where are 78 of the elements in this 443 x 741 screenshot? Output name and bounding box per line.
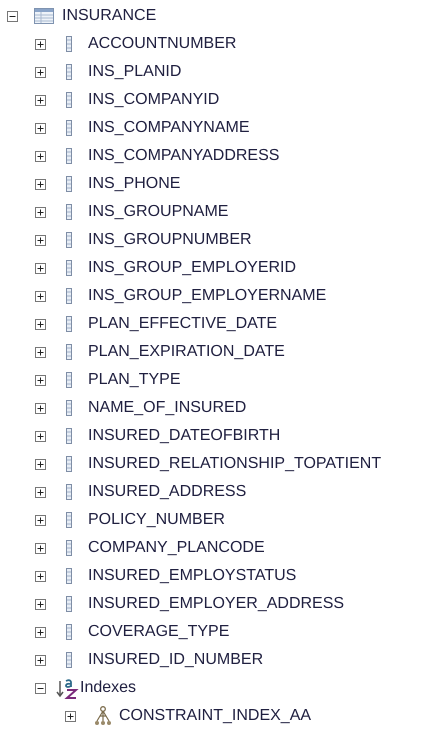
column-icon (66, 148, 72, 164)
column-icon (66, 512, 72, 528)
expand-icon[interactable] (35, 206, 46, 218)
column-icon (66, 400, 72, 416)
tree-item[interactable]: INSURED_EMPLOYER_ADDRESS (88, 595, 344, 613)
expand-icon[interactable] (35, 402, 46, 414)
expand-icon[interactable] (35, 66, 46, 78)
expand-icon[interactable] (35, 318, 46, 330)
column-icon (66, 428, 72, 444)
expand-icon[interactable] (35, 514, 46, 526)
tree-item[interactable]: INSURED_DATEOFBIRTH (88, 427, 280, 445)
column-icon (66, 176, 72, 192)
expand-icon[interactable] (35, 458, 46, 470)
column-icon (66, 232, 72, 248)
tree-item[interactable]: INSURED_ID_NUMBER (88, 651, 264, 669)
tree-item[interactable]: INSURED_EMPLOYSTATUS (88, 567, 296, 585)
column-icon (66, 456, 72, 472)
column-icon (66, 316, 72, 332)
column-icon (66, 36, 72, 52)
table-icon (34, 8, 54, 24)
collapse-icon[interactable] (7, 10, 18, 22)
expand-icon[interactable] (35, 430, 46, 442)
expand-icon[interactable] (35, 654, 46, 666)
tree-item[interactable]: INS_GROUPNAME (88, 203, 228, 221)
expand-icon[interactable] (35, 262, 46, 274)
tree-item[interactable]: INS_GROUP_EMPLOYERID (88, 259, 296, 277)
column-icon (66, 540, 72, 556)
expand-icon[interactable] (35, 234, 46, 246)
tree-item[interactable]: NAME_OF_INSURED (88, 399, 246, 417)
tree-item[interactable]: PLAN_TYPE (88, 371, 180, 389)
tree-item[interactable]: INS_GROUP_EMPLOYERNAME (88, 287, 326, 305)
tree-item[interactable]: INS_GROUPNUMBER (88, 231, 252, 249)
column-icon (66, 568, 72, 584)
expand-icon[interactable] (35, 542, 46, 554)
tree-item[interactable]: INS_COMPANYID (88, 91, 220, 109)
collapse-icon[interactable] (35, 682, 46, 694)
tree-item[interactable]: INSURED_RELATIONSHIP_TOPATIENT (88, 455, 382, 473)
expand-icon[interactable] (35, 570, 46, 582)
expand-icon[interactable] (35, 626, 46, 638)
column-icon (66, 652, 72, 668)
column-icon (66, 372, 72, 388)
column-icon (66, 596, 72, 612)
tree-item[interactable]: INSURED_ADDRESS (88, 483, 246, 501)
tree-item[interactable]: Indexes (80, 679, 136, 697)
sort-icon (56, 677, 80, 699)
tree-item[interactable]: INS_COMPANYNAME (88, 119, 250, 137)
expand-icon[interactable] (35, 38, 46, 50)
column-icon (66, 64, 72, 80)
expand-icon[interactable] (35, 122, 46, 134)
expand-icon[interactable] (35, 598, 46, 610)
expand-icon[interactable] (35, 290, 46, 302)
tree-item[interactable]: ACCOUNTNUMBER (88, 35, 236, 53)
tree-item[interactable]: COMPANY_PLANCODE (88, 539, 265, 557)
tree-item[interactable]: INS_COMPANYADDRESS (88, 147, 280, 165)
column-icon (66, 204, 72, 220)
tree-item[interactable]: PLAN_EFFECTIVE_DATE (88, 315, 278, 333)
expand-icon[interactable] (35, 150, 46, 162)
tree-item[interactable]: PLAN_EXPIRATION_DATE (88, 343, 285, 361)
column-icon (66, 260, 72, 276)
expand-icon[interactable] (35, 94, 46, 106)
column-icon (66, 288, 72, 304)
tree-item[interactable]: POLICY_NUMBER (88, 511, 225, 529)
expand-icon[interactable] (35, 346, 46, 358)
tree-item[interactable]: COVERAGE_TYPE (88, 623, 230, 641)
column-icon (66, 120, 72, 136)
tree-item[interactable]: CONSTRAINT_INDEX_AA (119, 707, 312, 725)
column-icon (66, 484, 72, 500)
column-icon (66, 624, 72, 640)
expand-icon[interactable] (65, 710, 76, 722)
expand-icon[interactable] (35, 486, 46, 498)
hierarchy-icon (93, 706, 113, 726)
expand-icon[interactable] (35, 374, 46, 386)
tree-item[interactable]: INS_PHONE (88, 175, 180, 193)
column-icon (66, 344, 72, 360)
tree-item[interactable]: INS_PLANID (88, 63, 182, 81)
tree-item[interactable]: INSURANCE (62, 7, 156, 25)
column-icon (66, 92, 72, 108)
expand-icon[interactable] (35, 178, 46, 190)
